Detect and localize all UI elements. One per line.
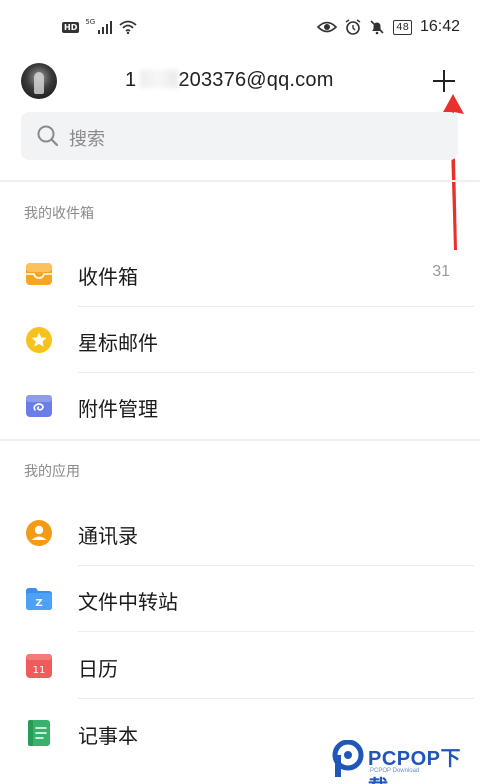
status-bar: HD 5G 48 16:42 [0,0,480,58]
hd-indicator: HD [62,21,80,33]
calendar-badge: 11 [33,665,46,676]
watermark-text: PCPOP下载 [368,748,462,784]
list-item-contacts[interactable]: 通讯录 [0,500,480,566]
row-divider [78,698,474,699]
avatar[interactable] [21,63,57,99]
notepad-label: 记事本 [78,724,138,748]
account-email[interactable]: 1 203376@qq.com [125,69,334,92]
contacts-icon [26,520,52,546]
inbox-label: 收件箱 [78,265,138,289]
row-divider [78,631,474,632]
divider [0,439,480,441]
battery-level: 48 [393,19,412,35]
contacts-label: 通讯录 [78,524,138,548]
search-icon [37,125,59,147]
list-item-file-transfer[interactable]: Z 文件中转站 [0,566,480,632]
account-prefix: 1 [125,69,137,91]
search-placeholder: 搜索 [69,129,105,150]
inbox-icon [26,263,52,285]
header: 1 203376@qq.com [0,58,480,104]
redacted-blur [140,70,179,88]
notepad-icon [28,720,50,746]
wifi-icon [119,20,137,34]
attachment-icon [26,395,52,417]
list-item-starred[interactable]: 星标邮件 [0,307,480,373]
section-title-apps: 我的应用 [24,464,80,480]
divider [0,180,480,182]
list-item-attachments[interactable]: 附件管理 [0,373,480,439]
account-suffix: 203376@qq.com [178,69,334,91]
calendar-icon: 11 [26,654,52,678]
file-transfer-label: 文件中转站 [78,590,178,614]
star-icon [26,327,52,353]
folder-icon: Z [26,588,52,610]
signal-icon [98,21,113,34]
network-type: 5G [85,18,96,26]
clock: 16:42 [419,18,460,35]
attachments-label: 附件管理 [78,397,158,421]
mute-bell-icon [370,20,384,35]
eye-icon [317,21,338,33]
pcpop-logo-icon [332,740,364,777]
starred-label: 星标邮件 [78,331,158,355]
list-item-inbox[interactable]: 收件箱 31 [0,241,480,307]
alarm-icon [345,19,361,35]
watermark: PCPOP下载 PCPOP Download [332,738,478,784]
folder-badge: Z [35,598,42,609]
section-title-mailbox: 我的收件箱 [24,206,94,222]
list-item-calendar[interactable]: 11 日历 [0,633,480,699]
watermark-subtext: PCPOP Download [370,768,420,774]
search-bar[interactable]: 搜索 [21,112,458,160]
calendar-label: 日历 [78,657,118,681]
inbox-count: 31 [432,263,450,280]
